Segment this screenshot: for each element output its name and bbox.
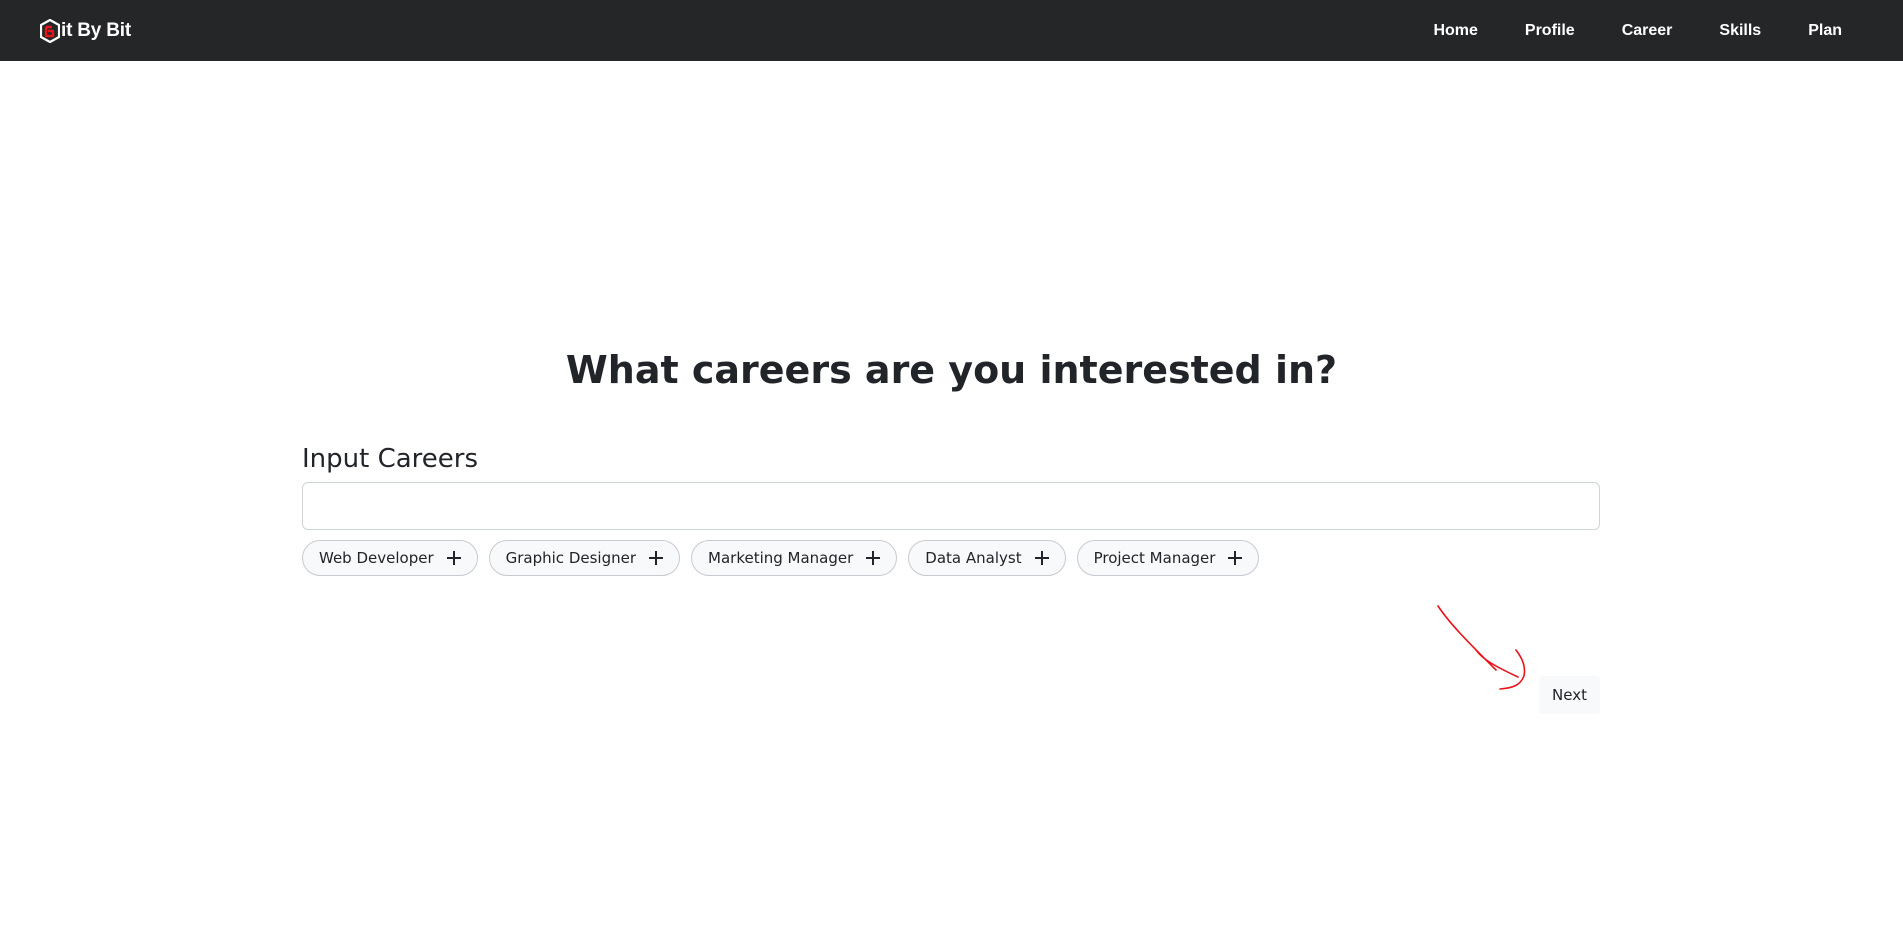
nav-skills-link[interactable]: Skills bbox=[1719, 22, 1761, 40]
suggestion-chip-web-developer[interactable]: Web Developer bbox=[302, 540, 478, 576]
plus-icon bbox=[1034, 551, 1049, 565]
chip-label: Graphic Designer bbox=[505, 549, 637, 567]
suggestion-chip-project-manager[interactable]: Project Manager bbox=[1076, 540, 1260, 576]
plus-icon bbox=[649, 551, 664, 565]
suggestion-chip-marketing-manager[interactable]: Marketing Manager bbox=[691, 540, 898, 576]
career-input[interactable] bbox=[302, 482, 1600, 530]
suggestion-chip-data-analyst[interactable]: Data Analyst bbox=[908, 540, 1066, 576]
suggestion-chip-graphic-designer[interactable]: Graphic Designer bbox=[488, 540, 681, 576]
input-careers-label: Input Careers bbox=[302, 444, 479, 474]
career-suggestions: Web Developer Graphic Designer Marketing… bbox=[302, 540, 1270, 576]
chip-label: Marketing Manager bbox=[708, 549, 854, 567]
chip-label: Web Developer bbox=[319, 549, 434, 567]
hand-drawn-arrow-icon bbox=[1437, 605, 1526, 690]
brand-name: it By Bit bbox=[61, 20, 131, 41]
nav-profile-link[interactable]: Profile bbox=[1525, 22, 1575, 40]
nav-career-link[interactable]: Career bbox=[1622, 22, 1673, 40]
nav-home-link[interactable]: Home bbox=[1433, 22, 1477, 40]
plus-icon bbox=[1228, 551, 1243, 565]
chip-label: Data Analyst bbox=[925, 549, 1022, 567]
nav-links: Home Profile Career Skills Plan bbox=[1386, 0, 1842, 61]
plus-icon bbox=[446, 551, 461, 565]
bitbybit-logo-icon bbox=[40, 19, 60, 43]
page-heading: What careers are you interested in? bbox=[565, 348, 1338, 392]
chip-label: Project Manager bbox=[1093, 549, 1216, 567]
brand-logo[interactable]: it By Bit bbox=[40, 18, 131, 44]
next-button[interactable]: Next bbox=[1539, 676, 1600, 714]
nav-plan-link[interactable]: Plan bbox=[1808, 22, 1842, 40]
top-navbar: it By Bit Home Profile Career Skills Pla… bbox=[0, 0, 1903, 61]
plus-icon bbox=[866, 551, 881, 565]
